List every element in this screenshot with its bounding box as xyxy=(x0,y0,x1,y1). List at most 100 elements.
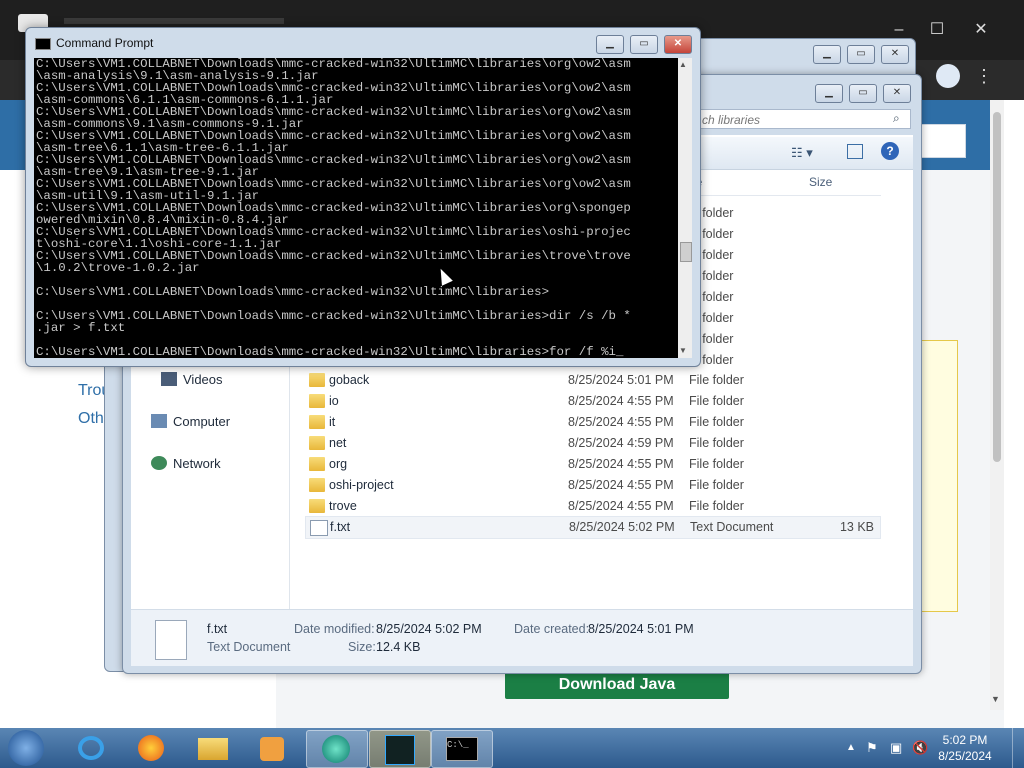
internet-explorer-icon[interactable] xyxy=(62,730,122,766)
file-type: Text Document xyxy=(690,520,774,534)
action-center-flag-icon[interactable]: ⚑ xyxy=(866,740,878,756)
volume-muted-icon[interactable]: 🔇 xyxy=(912,740,928,756)
file-row[interactable]: oshi-project 8/25/2024 4:55 PM File fold… xyxy=(305,475,879,496)
account-circle-icon[interactable] xyxy=(936,64,960,88)
folder-icon xyxy=(309,394,325,408)
page-scrollbar-thumb[interactable] xyxy=(993,112,1001,462)
clock-time: 5:02 PM xyxy=(942,733,988,747)
notice-box xyxy=(920,340,958,612)
details-created-value: 8/25/2024 5:01 PM xyxy=(588,622,694,636)
computer-icon xyxy=(151,414,167,428)
view-options-icon[interactable]: ☷ ▾ xyxy=(791,145,813,161)
cmd-close-button[interactable]: ✕ xyxy=(664,35,692,54)
file-size: 13 KB xyxy=(839,520,874,534)
clock-date: 8/25/2024 xyxy=(938,749,992,763)
folder-icon xyxy=(309,478,325,492)
folder-icon xyxy=(309,499,325,513)
file-row-selected[interactable]: f.txt 8/25/2024 5:02 PM Text Document 13… xyxy=(305,516,881,539)
details-file-kind: Text Document xyxy=(207,640,291,654)
close-button[interactable]: ✕ xyxy=(881,45,909,64)
file-date: 8/25/2024 4:55 PM xyxy=(568,499,674,513)
file-date: 8/25/2024 4:55 PM xyxy=(568,478,674,492)
nav-item-computer[interactable]: Computer xyxy=(151,413,230,431)
file-row[interactable]: trove 8/25/2024 4:55 PM File folder xyxy=(305,496,879,517)
file-row[interactable]: goback 8/25/2024 5:01 PM File folder xyxy=(305,370,879,391)
file-name: trove xyxy=(329,499,357,513)
folder-icon xyxy=(309,415,325,429)
text-file-icon xyxy=(310,520,328,536)
cmd-app-icon xyxy=(35,38,51,50)
download-java-button[interactable]: Download Java xyxy=(505,670,729,699)
details-created-label: Date created: xyxy=(514,622,590,636)
console-output[interactable]: C:\Users\VM1.COLLABNET\Downloads\mmc-cra… xyxy=(34,58,678,358)
explorer-minimize-button[interactable]: ▁ xyxy=(815,84,843,103)
nav-item-label: Computer xyxy=(173,414,231,429)
terminal-app-icon[interactable] xyxy=(369,730,431,768)
minimize-button[interactable]: ▁ xyxy=(813,45,841,64)
scroll-down-icon[interactable]: ▼ xyxy=(991,694,1000,704)
nav-item-label: Videos xyxy=(183,372,223,387)
file-row[interactable]: net 8/25/2024 4:59 PM File folder xyxy=(305,433,879,454)
minimize-icon[interactable]: – xyxy=(884,20,914,40)
folder-icon xyxy=(309,457,325,471)
start-orb-icon[interactable] xyxy=(8,730,44,766)
text-file-large-icon xyxy=(155,620,187,660)
details-size-value: 12.4 KB xyxy=(376,640,421,654)
file-row[interactable]: org 8/25/2024 4:55 PM File folder xyxy=(305,454,879,475)
file-date: 8/25/2024 4:59 PM xyxy=(568,436,674,450)
details-modified-label: Date modified: xyxy=(294,622,375,636)
explorer-maximize-button[interactable]: ▭ xyxy=(849,84,877,103)
firefox-icon[interactable] xyxy=(122,730,182,766)
file-name: org xyxy=(329,457,348,471)
file-name: f.txt xyxy=(330,520,351,534)
folder-icon xyxy=(309,436,325,450)
command-prompt-icon[interactable]: C:\_ xyxy=(431,730,493,768)
search-icon[interactable]: ⌕ xyxy=(893,111,900,126)
file-type: File folder xyxy=(689,373,744,387)
nav-item-label: Network xyxy=(173,456,221,471)
console-scrollbar[interactable]: ▲ ▼ xyxy=(678,58,692,358)
scroll-up-icon[interactable]: ▲ xyxy=(679,60,687,69)
file-type: File folder xyxy=(689,394,744,408)
file-type: File folder xyxy=(689,415,744,429)
details-size-label: Size: xyxy=(348,640,376,654)
close-icon[interactable]: ✕ xyxy=(966,20,996,40)
details-modified-value: 8/25/2024 5:02 PM xyxy=(376,622,482,636)
window-title: Command Prompt xyxy=(56,36,154,50)
show-hidden-icons[interactable]: ▲ xyxy=(846,742,856,753)
file-name: net xyxy=(329,436,347,450)
file-row[interactable]: it 8/25/2024 4:55 PM File folder xyxy=(305,412,879,433)
cmd-minimize-button[interactable]: ▁ xyxy=(596,35,624,54)
show-desktop-button[interactable] xyxy=(1012,728,1024,768)
system-clock[interactable]: 5:02 PM 8/25/2024 xyxy=(930,732,1000,764)
cmd-maximize-button[interactable]: ▭ xyxy=(630,35,658,54)
kebab-menu-icon[interactable]: ⋮ xyxy=(974,64,994,88)
file-date: 8/25/2024 4:55 PM xyxy=(568,457,674,471)
details-file-name: f.txt xyxy=(207,622,228,636)
preview-pane-icon[interactable] xyxy=(847,144,863,159)
details-pane: f.txt Text Document Date modified: 8/25/… xyxy=(131,609,913,666)
nav-item-videos[interactable]: Videos xyxy=(161,371,223,389)
command-prompt-window: Command Prompt ▁ ▭ ✕ C:\Users\VM1.COLLAB… xyxy=(25,27,701,367)
edge-icon[interactable] xyxy=(306,730,368,768)
file-type: File folder xyxy=(689,499,744,513)
taskbar: C:\_ ▲ ⚑ ▣ 🔇 xyxy=(0,728,1024,768)
file-row[interactable]: io 8/25/2024 4:55 PM File folder xyxy=(305,391,879,412)
help-icon[interactable]: ? xyxy=(881,142,899,160)
search-input[interactable]: ch libraries xyxy=(695,109,911,129)
size-column-header[interactable]: Size xyxy=(809,175,832,189)
network-tray-icon[interactable]: ▣ xyxy=(890,740,902,756)
explorer-close-button[interactable]: ✕ xyxy=(883,84,911,103)
maximize-icon[interactable]: ☐ xyxy=(922,20,952,40)
console-scrollbar-thumb[interactable] xyxy=(680,242,692,262)
file-explorer-icon[interactable] xyxy=(182,730,242,766)
file-date: 8/25/2024 5:01 PM xyxy=(568,373,674,387)
maximize-button[interactable]: ▭ xyxy=(847,45,875,64)
file-name: oshi-project xyxy=(329,478,394,492)
browser-tab-title[interactable] xyxy=(64,18,284,24)
network-icon xyxy=(151,456,167,470)
nav-item-network[interactable]: Network xyxy=(151,455,221,473)
file-name: io xyxy=(329,394,339,408)
media-player-icon[interactable] xyxy=(244,730,304,766)
scroll-down-icon[interactable]: ▼ xyxy=(679,346,687,355)
